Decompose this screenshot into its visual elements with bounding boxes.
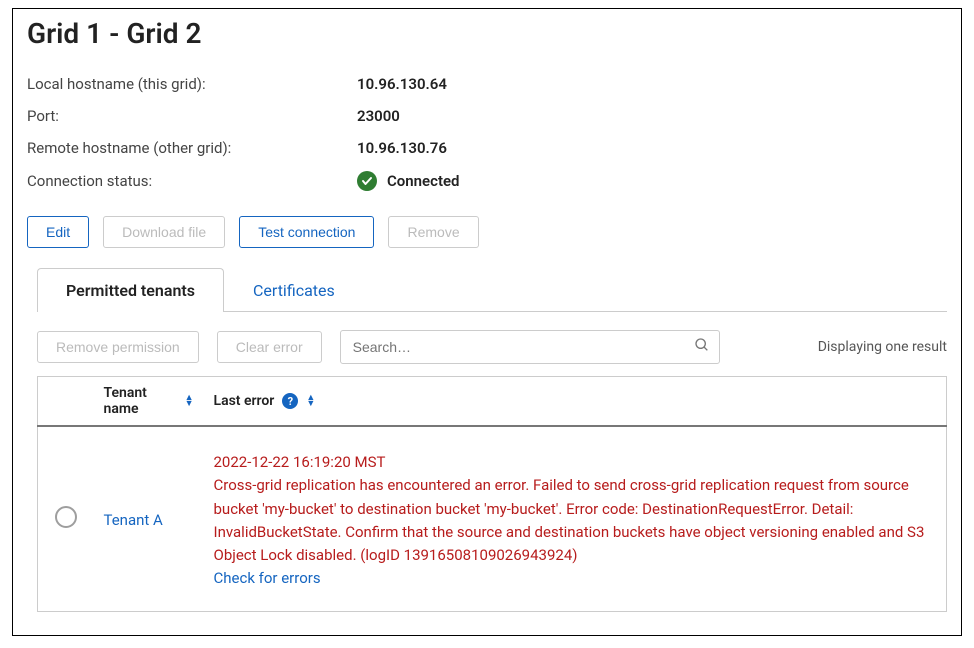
column-last-error: Last error [214, 393, 275, 409]
result-count: Displaying one result [818, 339, 947, 355]
sort-tenant-name[interactable]: ▲ ▼ [185, 395, 194, 407]
search-input[interactable] [340, 330, 720, 364]
action-buttons: Edit Download file Test connection Remov… [27, 216, 947, 248]
sort-last-error[interactable]: ▲ ▼ [306, 395, 315, 407]
edit-button[interactable]: Edit [27, 216, 89, 248]
remove-button: Remove [388, 216, 478, 248]
column-tenant-name: Tenant name [104, 385, 177, 417]
remote-hostname-value: 10.96.130.76 [357, 139, 447, 157]
clear-error-button: Clear error [217, 331, 322, 363]
tabs: Permitted tenants Certificates [37, 268, 947, 312]
connection-status-label: Connection status: [27, 172, 357, 190]
local-hostname-value: 10.96.130.64 [357, 75, 447, 93]
row-select-radio[interactable] [55, 506, 77, 528]
connection-details: Local hostname (this grid): 10.96.130.64… [27, 68, 947, 198]
check-circle-icon [357, 171, 377, 191]
local-hostname-label: Local hostname (this grid): [27, 75, 357, 93]
help-icon[interactable]: ? [282, 393, 298, 409]
check-for-errors-link[interactable]: Check for errors [214, 567, 937, 590]
remote-hostname-label: Remote hostname (other grid): [27, 139, 357, 157]
sort-down-icon: ▼ [306, 401, 315, 407]
tab-certificates[interactable]: Certificates [224, 268, 364, 312]
search-icon [694, 337, 710, 357]
sort-down-icon: ▼ [185, 401, 194, 407]
page-title: Grid 1 - Grid 2 [27, 17, 947, 50]
tenants-toolbar: Remove permission Clear error Displaying… [37, 330, 947, 364]
connection-status-value: Connected [387, 172, 460, 190]
download-file-button: Download file [103, 216, 225, 248]
error-message: Cross-grid replication has encountered a… [214, 474, 937, 567]
remove-permission-button: Remove permission [37, 331, 199, 363]
tenants-table: Tenant name ▲ ▼ Last error ? [37, 376, 947, 612]
port-value: 23000 [357, 107, 400, 125]
tenant-name-link[interactable]: Tenant A [104, 511, 163, 529]
test-connection-button[interactable]: Test connection [239, 216, 374, 248]
port-label: Port: [27, 107, 357, 125]
table-row: Tenant A 2022-12-22 16:19:20 MST Cross-g… [38, 426, 947, 611]
error-timestamp: 2022-12-22 16:19:20 MST [214, 451, 937, 474]
tab-permitted-tenants[interactable]: Permitted tenants [37, 268, 224, 312]
